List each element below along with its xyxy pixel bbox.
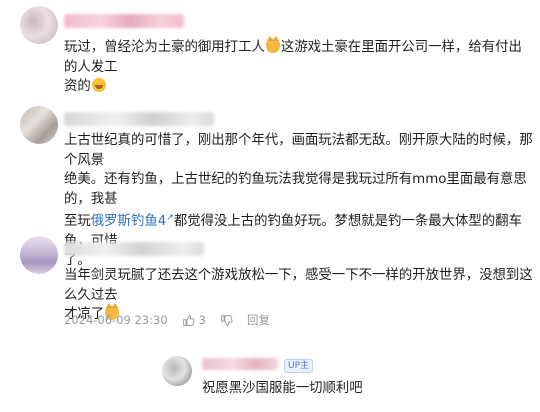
thumbs-down-icon [221,314,233,326]
avatar[interactable] [20,236,58,274]
reply-text: 祝愿黑沙国服能一切顺利吧 [202,381,363,396]
reply-button[interactable]: 回复 [247,312,270,328]
thumbs-up-icon [182,314,195,326]
like-button[interactable]: 3 [182,313,206,327]
avatar[interactable] [162,356,192,386]
username-blurred[interactable] [64,14,184,28]
like-count: 3 [198,313,206,327]
username-blurred[interactable] [202,358,278,370]
link-icon: ↗ [166,213,174,223]
avatar[interactable] [20,106,58,144]
comment-text: 玩过，曾经沦为土豪的御用打工人 这游戏土豪在里面开公司一样，给有付出的人发工 资的 [64,36,522,94]
dislike-button[interactable] [220,314,233,327]
up-badge: UP主 [284,359,314,373]
comment-meta: 2024-06-09 23:30 3 回复 [64,312,284,328]
username-blurred[interactable] [64,112,214,126]
avatar[interactable] [20,6,58,44]
laugh-cry-emoji [91,78,106,92]
cat-emoji [265,36,280,53]
game-link[interactable]: 俄罗斯钓鱼4 [91,214,166,229]
timestamp: 2024-06-09 23:30 [64,313,168,327]
username-blurred[interactable] [64,242,204,256]
